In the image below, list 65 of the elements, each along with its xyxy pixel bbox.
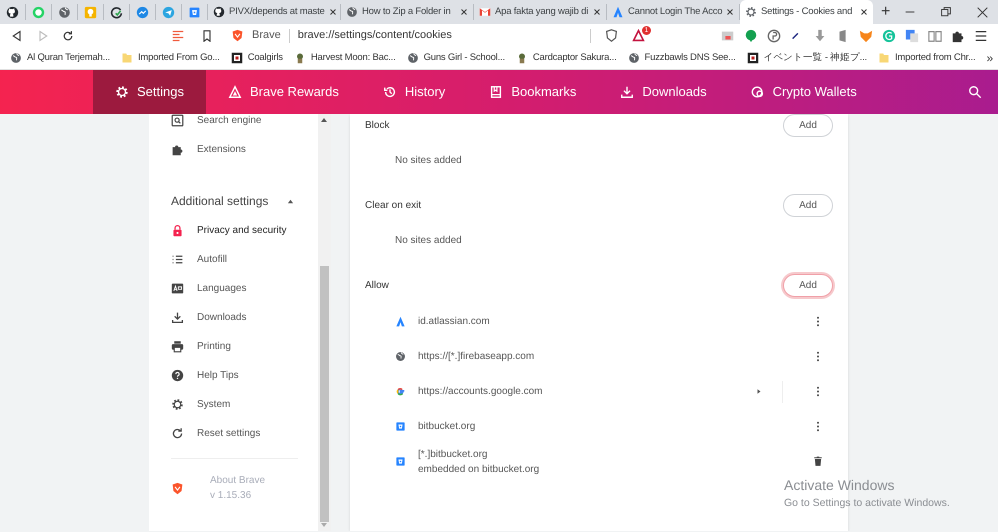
site-name: bitbucket.org xyxy=(418,420,476,434)
sidebar-item[interactable]: Privacy and security xyxy=(171,216,298,245)
bookmark[interactable]: Fuzzbawls DNS See... xyxy=(628,50,736,66)
tab-title: Settings - Cookies and xyxy=(761,4,854,19)
bookmark[interactable]: Al Quran Terjemah... xyxy=(10,50,110,66)
site-name: https://accounts.google.com xyxy=(418,385,544,399)
bookmark[interactable]: Coalgirls xyxy=(230,50,283,66)
add-button[interactable]: Add xyxy=(783,274,833,296)
bookmark-title: Imported from Chr... xyxy=(894,50,976,65)
tab-title: How to Zip a Folder in xyxy=(362,4,452,19)
activation-text: Go to Settings to activate Windows. xyxy=(784,496,950,511)
bookmark-title: Fuzzbawls DNS See... xyxy=(644,50,736,65)
sidebar-item[interactable]: Downloads xyxy=(171,303,298,332)
bookmark-title: Guns Girl - School... xyxy=(424,50,505,65)
sidebar-item[interactable]: Printing xyxy=(171,332,298,361)
nav-tab[interactable]: Downloads xyxy=(598,70,729,114)
empty-message: No sites added xyxy=(394,154,463,168)
tab-title: Cannot Login The Acco xyxy=(628,4,722,19)
bookmark[interactable]: Harvest Moon: Bac... xyxy=(294,50,396,66)
activation-title: Activate Windows xyxy=(784,476,896,495)
additional-settings-toggle[interactable]: Additional settings xyxy=(171,186,298,216)
nav-tab[interactable]: Settings xyxy=(93,70,206,114)
tab-title: Apa fakta yang wajib di xyxy=(495,4,589,19)
bookmark[interactable]: Imported From Go... xyxy=(120,50,220,66)
sidebar-item[interactable]: Autofill xyxy=(171,245,298,274)
bookmark-title: Cardcaptor Sakura... xyxy=(532,50,617,65)
bookmark[interactable]: Imported from Chr... xyxy=(878,50,976,66)
sidebar-item[interactable]: Reset settings xyxy=(171,419,298,448)
empty-message: No sites added xyxy=(394,234,463,248)
browser-tab[interactable]: PIVX/depends at maste xyxy=(208,4,341,20)
bookmark-title: Al Quran Terjemah... xyxy=(27,50,110,65)
add-button[interactable]: Add xyxy=(783,194,833,216)
bookmark-title: Imported From Go... xyxy=(138,50,220,65)
nav-tab[interactable]: Crypto Wallets xyxy=(728,70,879,114)
nav-tab[interactable]: Brave Rewards xyxy=(206,70,361,114)
site-detail: embedded on bitbucket.org xyxy=(418,462,540,476)
bookmark-title: イベント一覧 - 神姫プ... xyxy=(764,50,867,65)
site-name: [*.]bitbucket.org xyxy=(418,448,488,462)
browser-tab[interactable]: Settings - Cookies and xyxy=(740,0,873,24)
address-url: brave://settings/content/cookies xyxy=(298,28,452,44)
sidebar-item[interactable]: Search engine xyxy=(171,114,298,135)
section-title: Clear on exit xyxy=(365,198,422,212)
site-name: id.atlassian.com xyxy=(418,315,491,329)
version-text: v 1.15.36 xyxy=(210,489,252,503)
bookmark-title: Harvest Moon: Bac... xyxy=(310,50,396,65)
site-name: https://[*.]firebaseapp.com xyxy=(418,350,536,364)
bookmark[interactable]: Guns Girl - School... xyxy=(406,50,505,66)
section-title: Block xyxy=(365,118,390,132)
address-brand: Brave xyxy=(252,28,281,44)
sidebar-item[interactable]: Extensions xyxy=(171,135,298,164)
browser-tab[interactable]: Apa fakta yang wajib di xyxy=(474,4,607,20)
more-bookmarks-button[interactable]: » xyxy=(986,49,998,67)
nav-tab[interactable]: History xyxy=(360,70,468,114)
sidebar-item[interactable]: System xyxy=(171,390,298,419)
sidebar-item[interactable]: Languages xyxy=(171,274,298,303)
sidebar-item[interactable]: Help Tips xyxy=(171,361,298,390)
add-button[interactable]: Add xyxy=(783,114,833,136)
new-tab-button[interactable]: + xyxy=(881,0,890,24)
tab-title: PIVX/depends at maste xyxy=(229,4,325,19)
bookmark[interactable]: イベント一覧 - 神姫プ... xyxy=(746,50,867,66)
nav-tab[interactable]: Bookmarks xyxy=(467,70,598,114)
section-title: Allow xyxy=(365,278,389,292)
bookmark-title: Coalgirls xyxy=(248,50,283,65)
browser-tab[interactable]: How to Zip a Folder in xyxy=(341,4,474,20)
bookmark[interactable]: Cardcaptor Sakura... xyxy=(516,50,617,66)
